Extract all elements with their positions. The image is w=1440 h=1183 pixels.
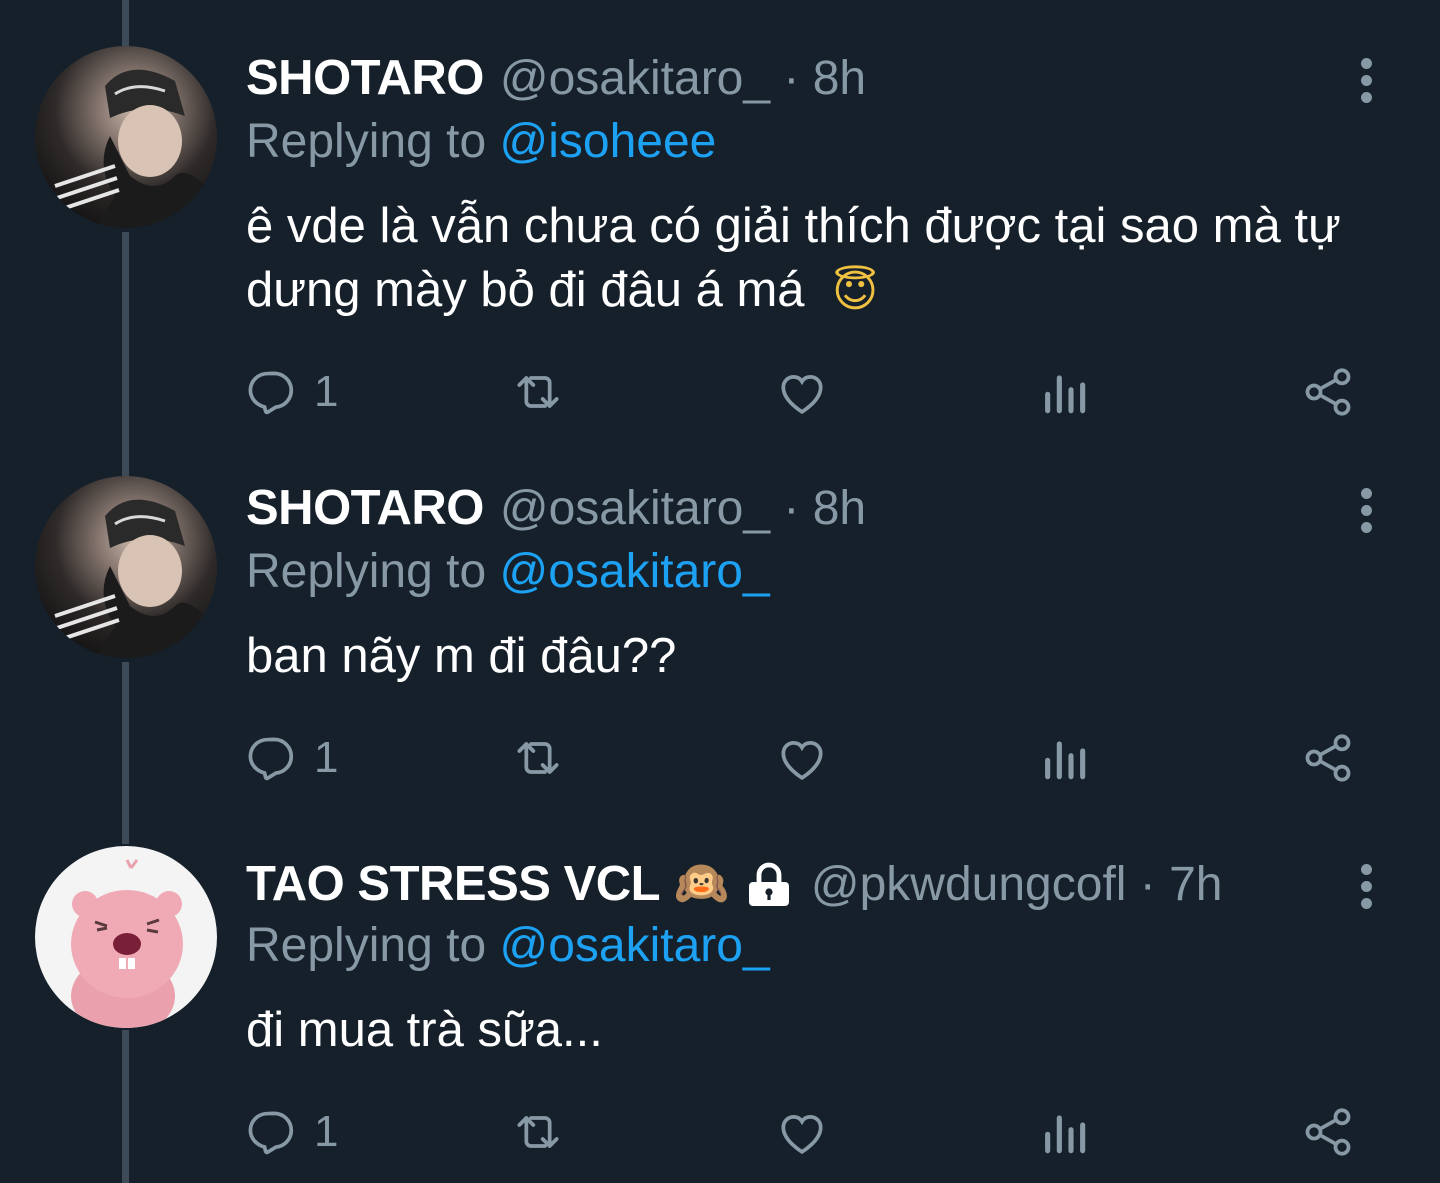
handle-and-time[interactable]: @osakitaro_ · 8h (500, 481, 866, 536)
analytics-icon (1045, 375, 1086, 414)
retweet-icon (517, 742, 559, 774)
replying-to-link[interactable]: @osakitaro_ (499, 545, 769, 598)
display-name[interactable]: SHOTARO (246, 50, 484, 106)
heart-icon (781, 740, 823, 780)
tweet-actions: 1 (246, 362, 1366, 422)
share-button[interactable] (1300, 728, 1356, 788)
smiling-halo-emoji: 😇 (832, 266, 879, 317)
replying-to: Replying to @isoheee (246, 114, 716, 169)
tweet-text: ban nãy m đi đâu?? (246, 624, 1396, 688)
tweet-text: ê vde là vẫn chưa có giải thích được tại… (246, 194, 1396, 322)
tweet[interactable]: TAO STRESS VCL 🙉 @pkwdungcofl · 7h Reply… (0, 820, 1440, 1183)
analytics-button[interactable] (1040, 362, 1088, 422)
retweet-button[interactable] (508, 728, 568, 788)
replying-prefix: Replying to (246, 545, 487, 598)
share-icon (1305, 368, 1351, 416)
analytics-button[interactable] (1040, 1102, 1088, 1162)
analytics-icon (1045, 1115, 1086, 1154)
more-vertical-icon[interactable] (1356, 488, 1376, 548)
like-button[interactable] (774, 728, 830, 788)
tweet-actions: 1 (246, 1102, 1366, 1162)
reply-button[interactable]: 1 (246, 362, 338, 422)
tweet-text-body: đi mua trà sữa... (246, 1003, 603, 1057)
retweet-button[interactable] (508, 1102, 568, 1162)
reply-button[interactable]: 1 (246, 1102, 338, 1162)
heart-icon (781, 374, 823, 414)
reply-count: 1 (314, 367, 339, 416)
reply-icon (248, 737, 294, 781)
retweet-icon (517, 376, 559, 408)
analytics-icon (1045, 741, 1086, 780)
like-button[interactable] (774, 362, 830, 422)
hear-no-evil-monkey-emoji: 🙉 (674, 858, 729, 909)
share-icon (1305, 734, 1351, 782)
replying-prefix: Replying to (246, 115, 487, 168)
share-button[interactable] (1300, 1102, 1356, 1162)
replying-prefix: Replying to (246, 919, 487, 972)
tweet-header: SHOTARO @osakitaro_ · 8h (246, 476, 866, 540)
tweet-text: đi mua trà sữa... (246, 998, 1396, 1062)
analytics-button[interactable] (1040, 728, 1088, 788)
display-name[interactable]: TAO STRESS VCL (246, 856, 661, 912)
tweet[interactable]: SHOTARO @osakitaro_ · 8h Replying to @os… (0, 440, 1440, 820)
tweet-header: SHOTARO @osakitaro_ · 8h (246, 46, 866, 110)
reply-icon (248, 371, 294, 415)
share-icon (1305, 1108, 1351, 1156)
handle-and-time[interactable]: @osakitaro_ · 8h (500, 51, 866, 106)
replying-to-link[interactable]: @osakitaro_ (499, 919, 769, 972)
reply-thread: SHOTARO @osakitaro_ · 8h Replying to @is… (0, 0, 1440, 1183)
retweet-button[interactable] (508, 362, 568, 422)
tweet-text-body: ê vde là vẫn chưa có giải thích được tại… (246, 199, 1341, 317)
avatar[interactable] (35, 476, 217, 658)
like-button[interactable] (774, 1102, 830, 1162)
tweet[interactable]: SHOTARO @osakitaro_ · 8h Replying to @is… (0, 0, 1440, 440)
replying-to: Replying to @osakitaro_ (246, 918, 770, 973)
heart-icon (781, 1114, 823, 1154)
retweet-icon (517, 1116, 559, 1148)
reply-count: 1 (314, 1107, 339, 1156)
replying-to-link[interactable]: @isoheee (499, 115, 716, 168)
avatar[interactable] (35, 846, 217, 1028)
handle-and-time[interactable]: @pkwdungcofl · 7h (811, 857, 1223, 912)
lock-icon (743, 860, 795, 908)
more-vertical-icon[interactable] (1356, 864, 1376, 924)
tweet-actions: 1 (246, 728, 1366, 788)
reply-button[interactable]: 1 (246, 728, 338, 788)
tweet-text-body: ban nãy m đi đâu?? (246, 629, 677, 683)
avatar[interactable] (35, 46, 217, 228)
share-button[interactable] (1300, 362, 1356, 422)
tweet-header: TAO STRESS VCL 🙉 @pkwdungcofl · 7h (246, 852, 1222, 916)
replying-to: Replying to @osakitaro_ (246, 544, 770, 599)
more-vertical-icon[interactable] (1356, 58, 1376, 118)
reply-icon (248, 1111, 294, 1155)
display-name[interactable]: SHOTARO (246, 480, 484, 536)
reply-count: 1 (314, 733, 339, 782)
